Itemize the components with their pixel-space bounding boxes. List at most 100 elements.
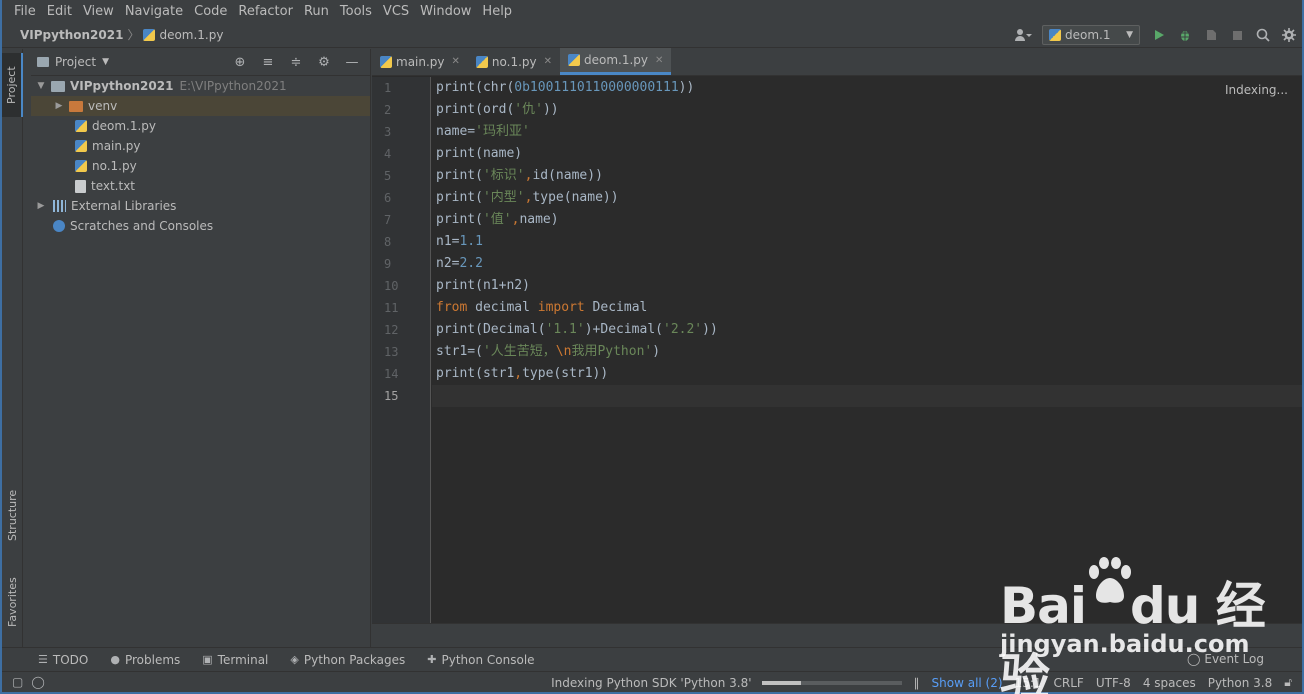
code-line[interactable]: n2=2.2 [432,253,1302,275]
code-token: 0b1001110110000000111 [514,80,679,95]
line-number[interactable]: 7 [372,209,430,231]
code-line[interactable] [432,385,1302,407]
tool-tab-favorites[interactable]: Favorites [2,565,23,639]
line-number[interactable]: 6 [372,187,430,209]
tab-deom1-py[interactable]: deom.1.py ✕ [560,48,672,75]
tree-item-file[interactable]: main.py [31,136,370,156]
code-line[interactable]: name='玛利亚' [432,121,1302,143]
chevron-right-icon[interactable]: ▶ [53,101,65,111]
toggle-tool-windows-icon[interactable]: ▢ [12,675,23,689]
menu-code[interactable]: Code [194,4,227,19]
python-packages-label: Python Packages [303,652,406,667]
close-icon[interactable]: ✕ [544,56,552,67]
chevron-down-icon[interactable]: ▼ [35,81,47,91]
event-log-icon: ◯ [1186,652,1201,666]
line-number-gutter[interactable]: 1 2 3 4 5 6 7 8 9 10 11 12 13 14 15 [372,77,431,623]
project-view-select[interactable]: Project ▼ [37,55,109,69]
code-line[interactable]: str1=('人生苦短，\n我用Python') [432,341,1302,363]
menu-file[interactable]: File [14,4,36,19]
locate-file-icon[interactable]: ⊕ [228,52,252,74]
code-line[interactable]: print('值',name) [432,209,1302,231]
chevron-right-icon[interactable]: ▶ [35,201,47,211]
menu-window[interactable]: Window [420,4,471,19]
menu-run[interactable]: Run [304,4,329,19]
menu-navigate[interactable]: Navigate [125,4,183,19]
caret-position[interactable]: 15:1 [1015,676,1042,690]
pause-icon[interactable]: ∥ [914,676,920,690]
tree-root-folder[interactable]: ▼ VIPpython2021 E:\VIPpython2021 [31,76,370,96]
menu-refactor[interactable]: Refactor [238,4,293,19]
code-line[interactable]: from decimal import Decimal [432,297,1302,319]
code-token: type(name)) [532,190,619,205]
code-area[interactable]: print(chr(0b1001110110000000111)) print(o… [432,77,1302,623]
code-line[interactable]: print('标识',id(name)) [432,165,1302,187]
line-number[interactable]: 12 [372,319,430,341]
account-icon[interactable] [1012,24,1034,46]
breadcrumb-file[interactable]: deom.1.py [143,28,223,42]
tree-item-file[interactable]: deom.1.py [31,116,370,136]
show-all-link[interactable]: Show all (2) [932,676,1003,690]
debug-icon[interactable] [1174,24,1196,46]
tab-main-py[interactable]: main.py ✕ [372,48,468,75]
tree-item-scratches[interactable]: Scratches and Consoles [31,216,370,236]
file-encoding[interactable]: UTF-8 [1096,676,1131,690]
line-number[interactable]: 4 [372,143,430,165]
tool-tab-project[interactable]: Project [2,53,23,117]
code-line[interactable]: print('内型',type(name)) [432,187,1302,209]
close-icon[interactable]: ✕ [655,55,663,66]
line-number[interactable]: 8 [372,231,430,253]
hide-panel-icon[interactable]: — [340,52,364,74]
menu-tools[interactable]: Tools [340,4,372,19]
python-interpreter[interactable]: Python 3.8 [1208,676,1273,690]
code-line[interactable]: print(chr(0b1001110110000000111)) [432,77,1302,99]
coverage-icon[interactable] [1200,24,1222,46]
close-icon[interactable]: ✕ [452,56,460,67]
collapse-all-icon[interactable]: ≑ [284,52,308,74]
line-number[interactable]: 11 [372,297,430,319]
tree-item-external-libraries[interactable]: ▶ External Libraries [31,196,370,216]
settings-gear-icon[interactable] [1278,24,1300,46]
menu-help[interactable]: Help [482,4,512,19]
todo-button[interactable]: ☰ TODO [38,653,88,667]
lock-icon[interactable]: 🔓︎ [1284,675,1292,690]
line-number[interactable]: 15 [372,385,430,407]
tree-item-venv[interactable]: ▶ venv [31,96,370,116]
code-line[interactable]: print(Decimal('1.1')+Decimal('2.2')) [432,319,1302,341]
status-circle-icon[interactable]: ◯ [31,675,44,689]
line-number[interactable]: 5 [372,165,430,187]
code-line[interactable]: print(n1+n2) [432,275,1302,297]
breadcrumb-project[interactable]: VIPpython2021 [20,28,123,42]
event-log-button[interactable]: ◯ Event Log [1187,652,1264,666]
tree-item-file[interactable]: text.txt [31,176,370,196]
code-line[interactable]: print(name) [432,143,1302,165]
line-number[interactable]: 3 [372,121,430,143]
menu-view[interactable]: View [83,4,114,19]
code-line[interactable]: print(ord('仇')) [432,99,1302,121]
line-number[interactable]: 14 [372,363,430,385]
line-number[interactable]: 2 [372,99,430,121]
line-number[interactable]: 9 [372,253,430,275]
expand-all-icon[interactable]: ≡ [256,52,280,74]
run-configuration-select[interactable]: deom.1 ▼ [1042,25,1140,45]
line-number[interactable]: 10 [372,275,430,297]
tool-tab-structure[interactable]: Structure [2,479,23,551]
indent-setting[interactable]: 4 spaces [1143,676,1196,690]
python-console-button[interactable]: ✚ Python Console [427,653,534,667]
menu-vcs[interactable]: VCS [383,4,409,19]
panel-options-gear-icon[interactable]: ⚙ [312,52,336,74]
problems-button[interactable]: ● Problems [110,653,180,667]
line-separator[interactable]: CRLF [1054,676,1084,690]
tab-no1-py[interactable]: no.1.py ✕ [468,48,560,75]
search-icon[interactable] [1252,24,1274,46]
terminal-button[interactable]: ▣ Terminal [202,653,268,667]
line-number[interactable]: 13 [372,341,430,363]
code-line[interactable]: print(str1,type(str1)) [432,363,1302,385]
tree-item-file[interactable]: no.1.py [31,156,370,176]
stop-icon[interactable] [1226,24,1248,46]
run-icon[interactable] [1148,24,1170,46]
code-line[interactable]: n1=1.1 [432,231,1302,253]
status-bar: ▢ ◯ Indexing Python SDK 'Python 3.8' ∥ S… [2,671,1302,692]
line-number[interactable]: 1 [372,77,430,99]
python-packages-button[interactable]: ◈ Python Packages [290,653,405,667]
menu-edit[interactable]: Edit [47,4,72,19]
